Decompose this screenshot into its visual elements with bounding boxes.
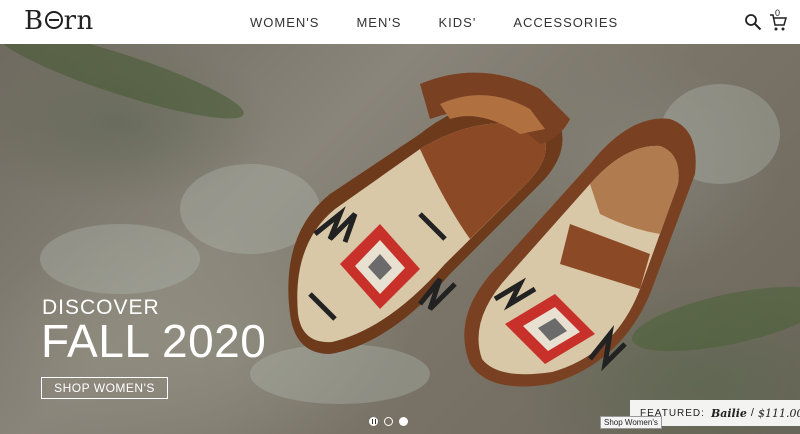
tooltip: Shop Women's — [600, 416, 662, 429]
search-icon[interactable] — [744, 13, 762, 31]
carousel-dots — [369, 417, 414, 426]
cart-count: 0 — [775, 8, 781, 18]
carousel-dot[interactable] — [384, 417, 393, 426]
featured-separator: / — [750, 407, 754, 419]
shoes-image — [288, 72, 696, 387]
nav-kids[interactable]: KIDS' — [438, 15, 476, 30]
nav-mens[interactable]: MEN'S — [356, 15, 401, 30]
shop-womens-button[interactable]: SHOP WOMEN'S — [41, 377, 168, 399]
brand-logo[interactable]: Brn — [24, 6, 94, 36]
nav-accessories[interactable]: ACCESSORIES — [513, 15, 618, 30]
main-nav: WOMEN'S MEN'S KIDS' ACCESSORIES — [250, 0, 618, 44]
featured-name: Bailie — [710, 406, 747, 420]
hero-headline: FALL 2020 — [41, 315, 267, 367]
featured-price: $111.00 — [757, 406, 800, 420]
lichen-texture — [40, 224, 200, 294]
logo-text: Brn — [24, 6, 94, 36]
carousel-dot[interactable] — [399, 417, 408, 426]
logo-emblem — [44, 11, 63, 29]
moss-texture — [0, 44, 250, 134]
site-header: Brn WOMEN'S MEN'S KIDS' ACCESSORIES 0 — [0, 0, 800, 44]
nav-womens[interactable]: WOMEN'S — [250, 15, 319, 30]
hero-banner[interactable]: DISCOVER FALL 2020 SHOP WOMEN'S FEATURED… — [0, 44, 800, 434]
pause-icon[interactable] — [369, 417, 378, 426]
